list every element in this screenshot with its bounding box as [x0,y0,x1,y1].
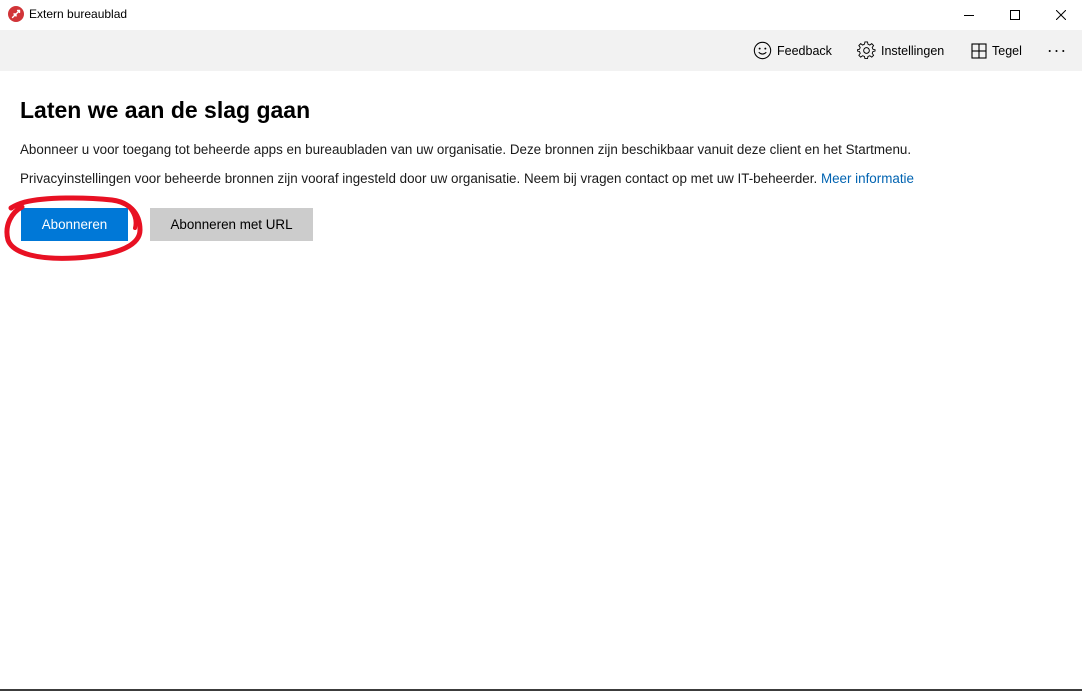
maximize-button[interactable] [992,0,1038,30]
page-title: Laten we aan de slag gaan [20,97,311,123]
window-title: Extern bureaublad [29,7,128,21]
subscribe-description: Abonneer u voor toegang tot beheerde app… [20,142,912,157]
more-info-link[interactable]: Meer informatie [821,171,914,186]
command-bar: Feedback Instellingen Tegel [0,30,1082,71]
minimize-button[interactable] [946,0,992,30]
feedback-label: Feedback [777,43,832,58]
settings-button[interactable]: Instellingen [857,30,944,71]
title-bar: Extern bureaublad [0,0,1082,30]
settings-label: Instellingen [881,43,945,58]
privacy-text: Privacyinstellingen voor beheerde bronne… [20,171,818,186]
tile-view-button[interactable]: Tegel [971,30,1022,71]
more-options-button[interactable] [1048,30,1070,71]
tile-label: Tegel [992,43,1022,58]
remote-desktop-icon [8,6,24,22]
minimize-icon [964,15,974,16]
close-button[interactable] [1038,0,1082,30]
gear-icon [857,41,876,60]
subscribe-with-url-button[interactable]: Abonneren met URL [150,208,313,241]
feedback-button[interactable]: Feedback [753,30,832,71]
more-icon [1048,49,1065,52]
tile-icon [971,42,987,59]
close-icon [1056,10,1066,20]
privacy-description: Privacyinstellingen voor beheerde bronne… [20,171,914,187]
smiley-icon [753,41,772,60]
subscribe-button[interactable]: Abonneren [21,208,128,241]
maximize-icon [1010,10,1020,20]
